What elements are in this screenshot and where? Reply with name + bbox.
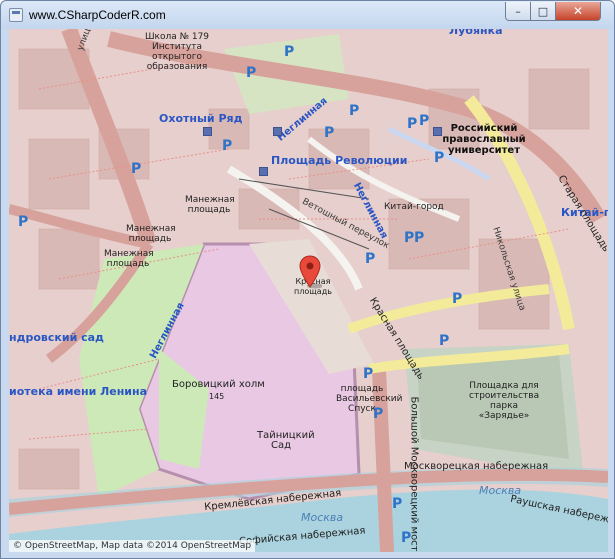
title-bar[interactable]: www.CSharpCoderR.com – □ ✕ bbox=[1, 1, 614, 29]
parking-icon: P bbox=[414, 230, 425, 246]
label-moskvoretskaya: Москворецкая набережная bbox=[404, 461, 549, 472]
parking-icon: P bbox=[434, 150, 445, 166]
label-okhotny-ryad: Охотный Ряд bbox=[159, 112, 243, 125]
parking-icon: P bbox=[392, 496, 403, 512]
parking-icon: P bbox=[324, 125, 335, 141]
parking-icon: P bbox=[349, 103, 360, 119]
close-button[interactable]: ✕ bbox=[555, 2, 601, 21]
label-ploshchad-revolyutsii: Площадь Революции bbox=[271, 154, 408, 167]
maximize-button[interactable]: □ bbox=[530, 2, 556, 21]
label-lubyanka: Лубянка bbox=[449, 29, 503, 37]
parking-icon: P bbox=[222, 138, 233, 154]
parking-icon: P bbox=[246, 65, 257, 81]
label-aleksandrovsky: ндровский сад bbox=[9, 331, 104, 344]
metro-station-icon bbox=[273, 127, 282, 136]
parking-icon: P bbox=[419, 113, 430, 129]
map-attribution[interactable]: © OpenStreetMap, Map data ©2014 OpenStre… bbox=[9, 540, 256, 552]
window-title: www.CSharpCoderR.com bbox=[29, 8, 166, 22]
label-bolshoy-moskvoretsky: Большой Москворецкий мост bbox=[408, 396, 420, 552]
metro-station-icon bbox=[433, 127, 442, 136]
parking-icon: P bbox=[452, 291, 463, 307]
minimize-button[interactable]: – bbox=[505, 2, 531, 21]
label-manezhnaya-1: Манежная площадь bbox=[185, 195, 235, 215]
map-view[interactable]: Школа № 179 Института открытого образова… bbox=[9, 29, 608, 552]
metro-station-icon bbox=[203, 127, 212, 136]
label-borovitsky-height: 145 bbox=[209, 392, 225, 401]
label-lenin-library: иотека имени Ленина bbox=[9, 385, 148, 398]
label-moskva-river: Москва bbox=[479, 484, 522, 497]
parking-icon: P bbox=[373, 406, 384, 422]
parking-icon: P bbox=[401, 530, 412, 546]
parking-icon: P bbox=[439, 333, 450, 349]
label-borovitsky: Боровицкий холм bbox=[172, 379, 265, 390]
metro-station-icon bbox=[259, 167, 268, 176]
label-taynitsky: Тайницкий Сад bbox=[257, 430, 315, 451]
parking-icon: P bbox=[365, 251, 376, 267]
parking-icon: P bbox=[284, 44, 295, 60]
label-zaryadye: Площадка для строительства парка «Зарядь… bbox=[469, 381, 540, 421]
label-university: Российский православный университет bbox=[442, 123, 526, 156]
app-icon bbox=[9, 8, 23, 22]
app-window: www.CSharpCoderR.com – □ ✕ Школа № 179 И… bbox=[0, 0, 615, 559]
label-manezhnaya-2: Манежная площадь bbox=[126, 224, 176, 244]
parking-icon: P bbox=[363, 366, 374, 382]
parking-icon: P bbox=[131, 161, 142, 177]
label-manezhnaya-3: Манежная площадь bbox=[104, 249, 154, 269]
label-moskva-river-2: Москва bbox=[301, 511, 344, 524]
map-pin-icon[interactable] bbox=[298, 255, 322, 289]
label-school: Школа № 179 Института открытого образова… bbox=[144, 32, 210, 72]
label-kitay-gorod: Китай-город bbox=[384, 202, 444, 212]
parking-icon: P bbox=[18, 214, 29, 230]
